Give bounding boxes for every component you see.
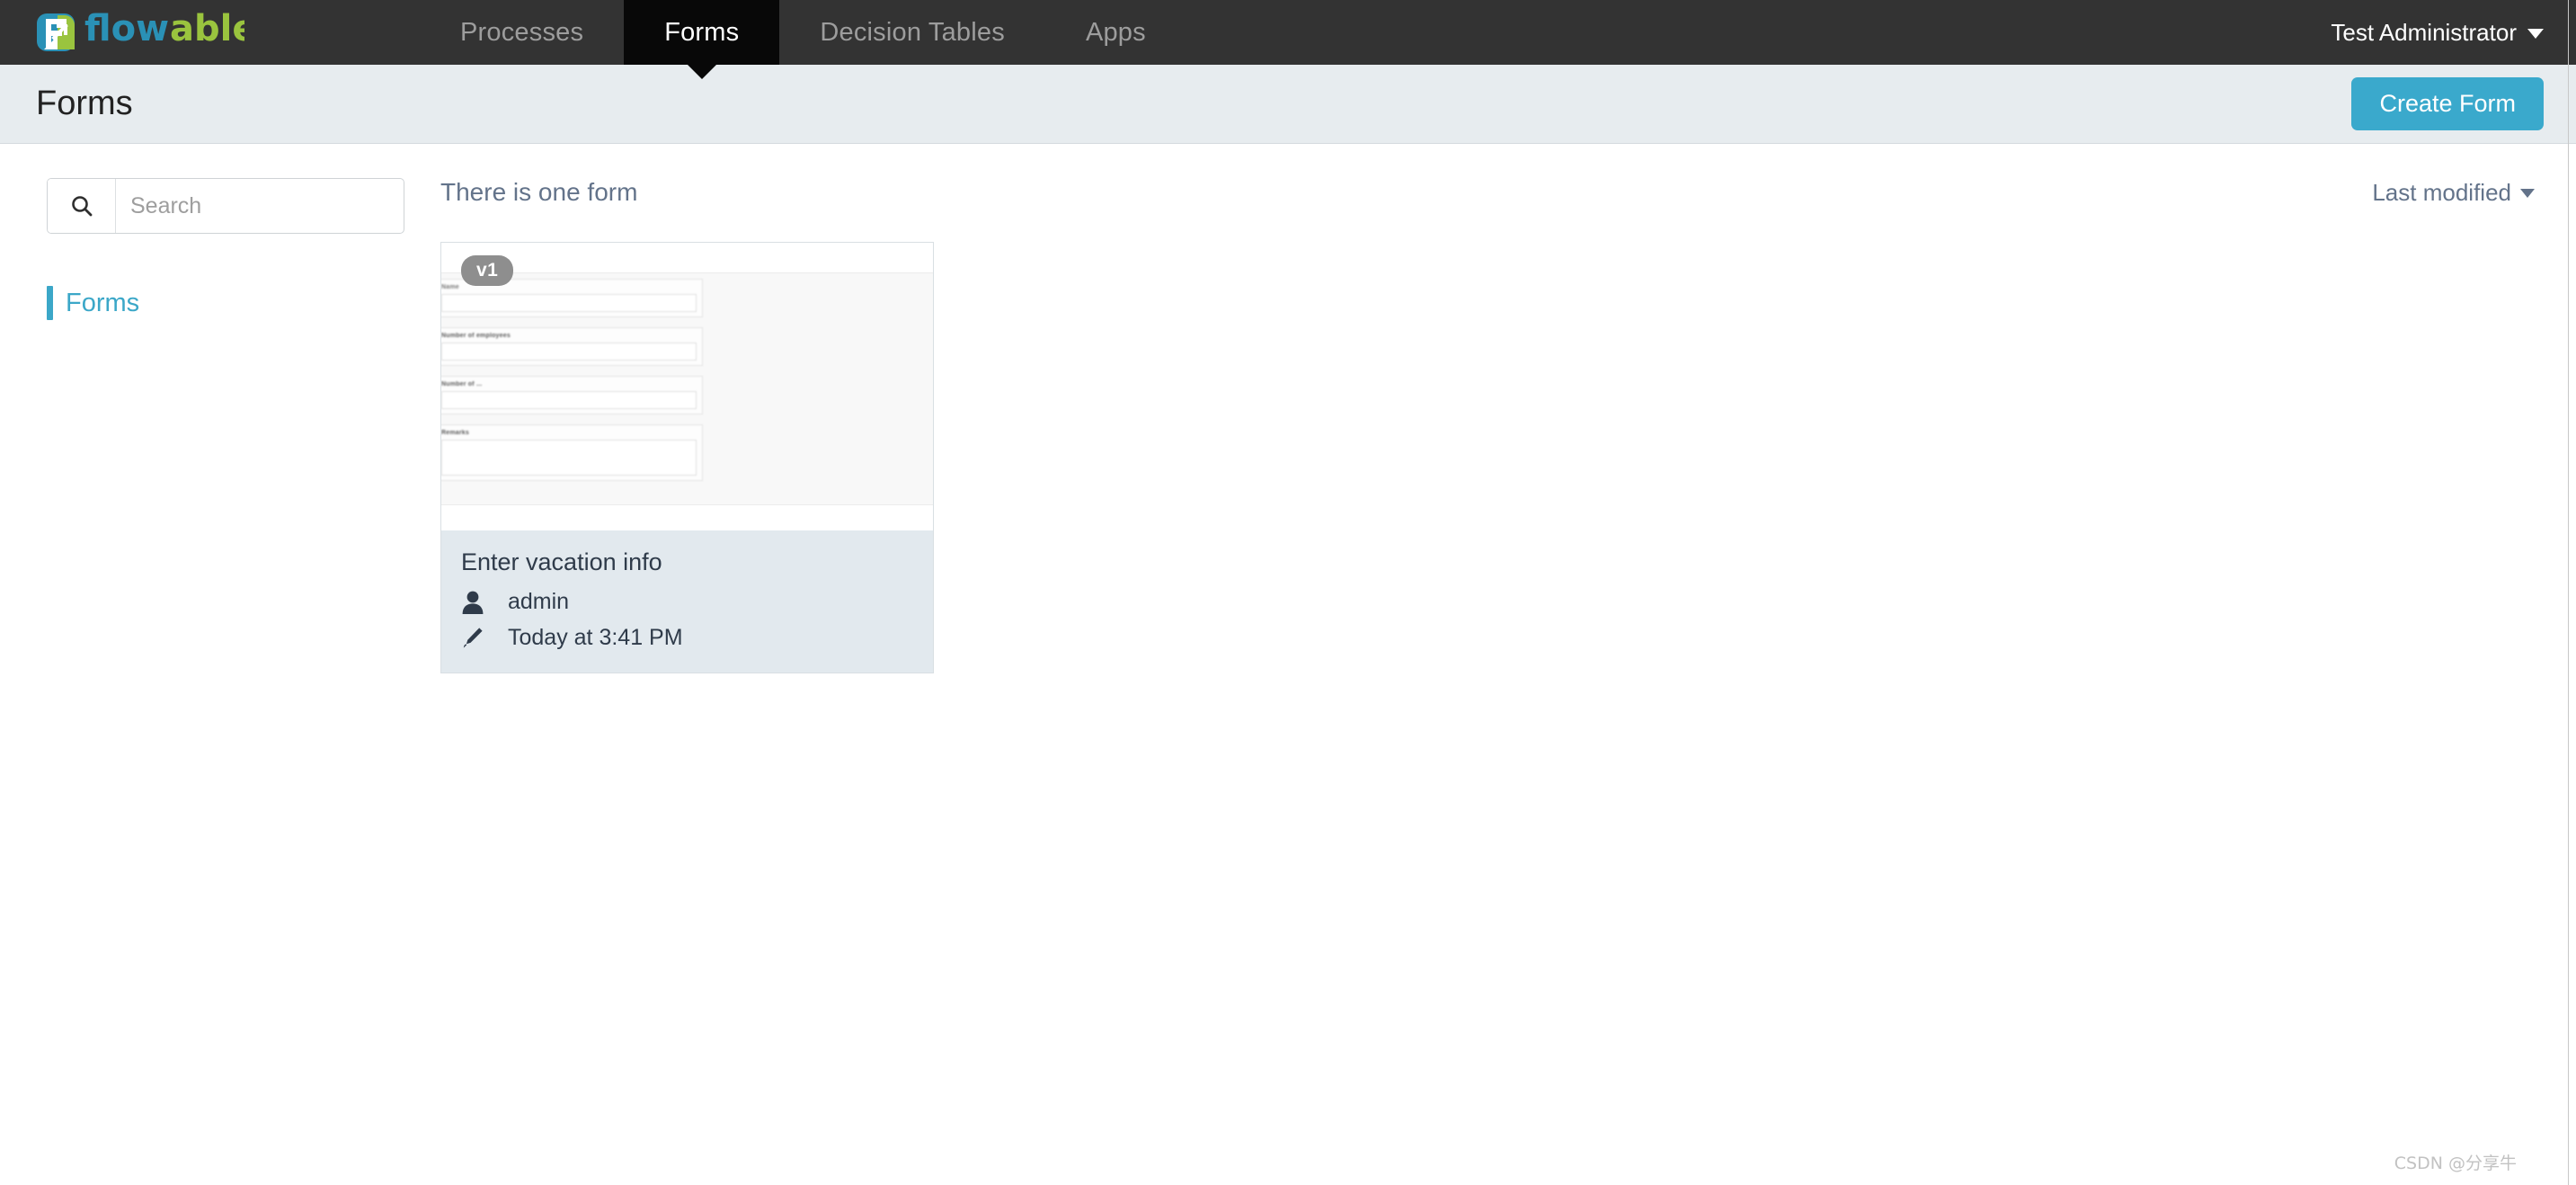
form-card-author-row: admin [461, 589, 913, 615]
flowable-logo-icon [36, 13, 76, 52]
user-menu-label: Test Administrator [2331, 18, 2517, 46]
pencil-icon [461, 626, 492, 651]
preview-field: Number of ... [441, 376, 703, 414]
left-sidebar: Forms [0, 178, 440, 320]
preview-field-input [441, 343, 697, 361]
tab-forms-label: Forms [664, 17, 740, 47]
window-right-edge [2568, 0, 2569, 1185]
preview-field-input [441, 294, 697, 312]
sidebar-item-forms-label: Forms [66, 288, 140, 317]
preview-field: Remarks [441, 424, 703, 481]
brand-wordmark: flow able [84, 8, 256, 53]
sidebar-item-forms[interactable]: Forms [47, 286, 440, 320]
forms-count-text: There is one form [440, 178, 638, 206]
tab-decision-tables-label: Decision Tables [820, 17, 1005, 47]
create-form-button[interactable]: Create Form [2351, 76, 2544, 131]
search-button[interactable] [48, 179, 116, 233]
tab-forms[interactable]: Forms [624, 0, 780, 79]
watermark: CSDN @分享牛 [2394, 1154, 2517, 1173]
preview-field-textarea [441, 440, 697, 476]
search-input[interactable] [116, 179, 404, 233]
form-card[interactable]: v1 Name Number of employees Number of ..… [440, 242, 934, 673]
svg-text:flow: flow [84, 13, 169, 49]
svg-text:able: able [170, 13, 244, 49]
page-title: Forms [36, 85, 133, 122]
form-card-modified: Today at 3:41 PM [508, 625, 683, 650]
form-preview-fields: Name Number of employees Number of ... R… [441, 279, 703, 491]
form-card-author: admin [508, 589, 570, 614]
tab-processes[interactable]: Processes [420, 0, 624, 65]
version-badge: v1 [461, 255, 514, 286]
sort-dropdown-label: Last modified [2372, 179, 2511, 206]
tab-decision-tables[interactable]: Decision Tables [779, 0, 1045, 65]
search-box [47, 178, 404, 234]
preview-field: Number of employees [441, 327, 703, 366]
user-icon [461, 590, 492, 615]
forms-list-panel: There is one form Last modified v1 Name [440, 178, 2576, 673]
caret-down-icon [2520, 189, 2535, 198]
tab-apps-label: Apps [1085, 17, 1146, 47]
active-tab-caret-icon [687, 65, 716, 79]
main-tabs: Processes Forms Decision Tables Apps [420, 0, 1186, 79]
top-bar-right: Test Administrator [2331, 0, 2576, 65]
form-card-modified-row: Today at 3:41 PM [461, 625, 913, 651]
sidebar-active-indicator [47, 286, 53, 320]
forms-card-grid: v1 Name Number of employees Number of ..… [440, 242, 2535, 673]
preview-field-label: Number of ... [441, 381, 483, 388]
user-menu[interactable]: Test Administrator [2331, 19, 2544, 47]
preview-field-label: Remarks [441, 430, 469, 436]
form-card-info: Enter vacation info admin Today at 3:41 … [441, 530, 933, 673]
list-header: There is one form Last modified [440, 178, 2535, 216]
tab-apps[interactable]: Apps [1045, 0, 1186, 65]
sort-dropdown[interactable]: Last modified [2372, 179, 2535, 207]
form-preview-canvas: Name Number of employees Number of ... R… [441, 272, 933, 505]
page-content: Forms There is one form Last modified v1 [0, 144, 2576, 1184]
top-navigation-bar: flow able Processes Forms Decision Table… [0, 0, 2576, 79]
tab-processes-label: Processes [460, 17, 584, 47]
search-icon [71, 196, 92, 217]
sidebar-nav: Forms [47, 286, 440, 320]
form-card-title: Enter vacation info [461, 548, 662, 575]
form-thumbnail: v1 Name Number of employees Number of ..… [441, 243, 933, 530]
chevron-down-icon [2527, 28, 2544, 39]
preview-field-input [441, 391, 697, 409]
brand-logo[interactable]: flow able [0, 0, 271, 65]
page-title-bar: Forms Create Form [0, 65, 2576, 144]
preview-field-label: Number of employees [441, 333, 511, 339]
